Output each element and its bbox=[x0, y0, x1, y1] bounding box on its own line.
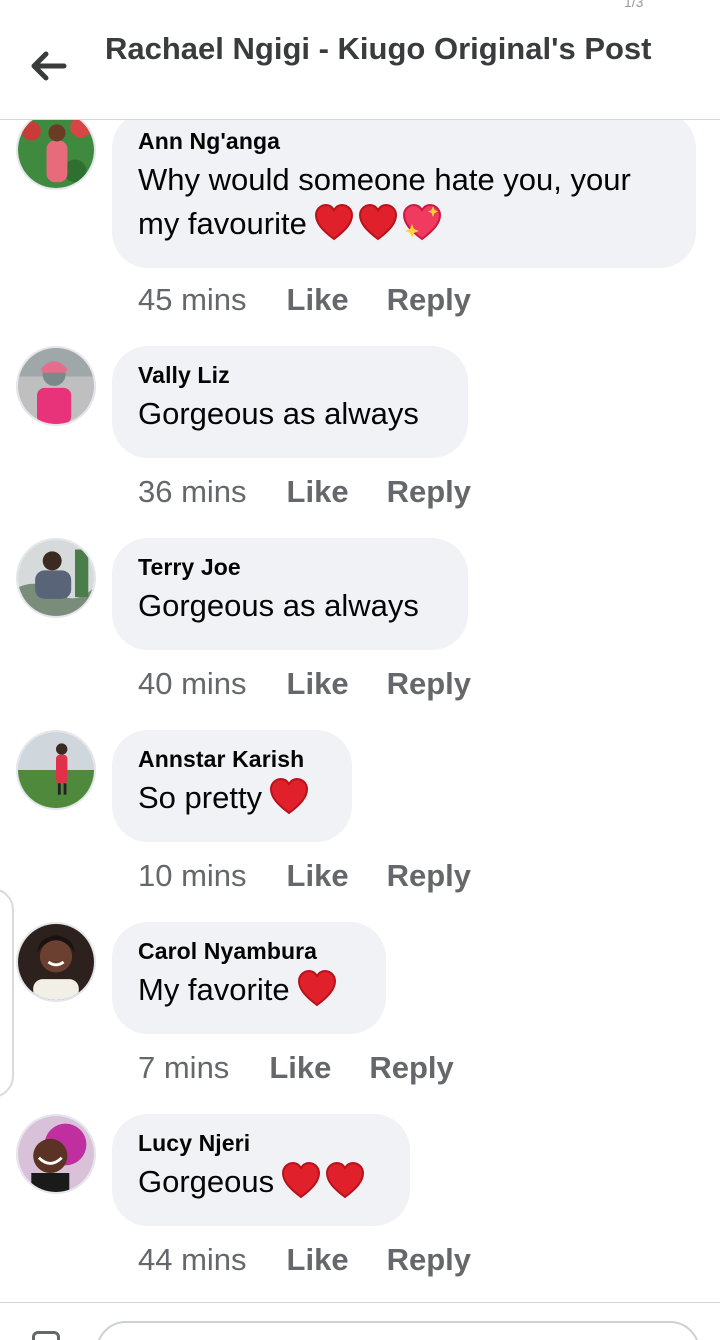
comment-bubble[interactable]: Ann Ng'anga Why would someone hate you, … bbox=[112, 120, 696, 268]
avatar[interactable] bbox=[16, 730, 96, 810]
reply-button[interactable]: Reply bbox=[387, 858, 471, 894]
comment-author[interactable]: Annstar Karish bbox=[138, 742, 324, 776]
comment-text: Why would someone hate you, your my favo… bbox=[138, 158, 668, 246]
comment-time: 36 mins bbox=[138, 474, 247, 509]
comment-time: 10 mins bbox=[138, 858, 247, 893]
comment-time: 7 mins bbox=[138, 1050, 230, 1085]
comment-actions: 36 mins Like Reply bbox=[138, 472, 471, 512]
like-button[interactable]: Like bbox=[287, 666, 349, 702]
avatar[interactable] bbox=[16, 1114, 96, 1194]
avatar[interactable] bbox=[16, 922, 96, 1002]
comment-bubble[interactable]: Carol Nyambura My favorite bbox=[112, 922, 386, 1034]
emoji-row bbox=[280, 1160, 366, 1200]
side-panel-edge[interactable] bbox=[0, 888, 14, 1098]
back-button[interactable] bbox=[26, 44, 70, 88]
comment-text: Gorgeous bbox=[138, 1160, 382, 1204]
back-arrow-icon bbox=[31, 51, 67, 81]
avatar[interactable] bbox=[16, 346, 96, 426]
comment-author[interactable]: Terry Joe bbox=[138, 550, 440, 584]
comment-text: So pretty bbox=[138, 776, 324, 820]
emoji-row bbox=[268, 776, 310, 816]
comment-list[interactable]: Ann Ng'anga Why would someone hate you, … bbox=[0, 120, 720, 1302]
comment-bubble[interactable]: Vally Liz Gorgeous as always bbox=[112, 346, 468, 458]
emoji-row bbox=[296, 968, 338, 1008]
red-heart-icon bbox=[314, 203, 353, 241]
reply-button[interactable]: Reply bbox=[387, 1242, 471, 1278]
comment-composer-bar bbox=[0, 1302, 720, 1340]
comment-actions: 44 mins Like Reply bbox=[138, 1240, 471, 1280]
header-bar: 1/3 Rachael Ngigi - Kiugo Original's Pos… bbox=[0, 0, 720, 120]
comment-text: My favorite bbox=[138, 968, 358, 1012]
comment-time: 44 mins bbox=[138, 1242, 247, 1277]
comment-author[interactable]: Carol Nyambura bbox=[138, 934, 358, 968]
comment-actions: 45 mins Like Reply bbox=[138, 280, 471, 320]
comment-author[interactable]: Vally Liz bbox=[138, 358, 440, 392]
comment-text: Gorgeous as always bbox=[138, 588, 419, 623]
comment-actions: 40 mins Like Reply bbox=[138, 664, 471, 704]
comment-author[interactable]: Ann Ng'anga bbox=[138, 124, 668, 158]
page-title: Rachael Ngigi - Kiugo Original's Post bbox=[105, 31, 652, 66]
avatar[interactable] bbox=[16, 538, 96, 618]
reply-button[interactable]: Reply bbox=[387, 282, 471, 318]
avatar[interactable] bbox=[16, 120, 96, 190]
comment-text-content: So pretty bbox=[138, 780, 263, 815]
comment-time: 40 mins bbox=[138, 666, 247, 701]
emoji-row bbox=[313, 202, 443, 242]
camera-icon[interactable] bbox=[32, 1331, 60, 1340]
comment-bubble[interactable]: Annstar Karish So pretty bbox=[112, 730, 352, 842]
red-heart-icon bbox=[282, 1161, 321, 1199]
reply-button[interactable]: Reply bbox=[369, 1050, 453, 1086]
red-heart-icon bbox=[297, 969, 336, 1007]
comment-bubble[interactable]: Lucy Njeri Gorgeous bbox=[112, 1114, 410, 1226]
comment-bubble[interactable]: Terry Joe Gorgeous as always bbox=[112, 538, 468, 650]
comment-author[interactable]: Lucy Njeri bbox=[138, 1126, 382, 1160]
like-button[interactable]: Like bbox=[287, 474, 349, 510]
comment-time: 45 mins bbox=[138, 282, 247, 317]
comment-actions: 10 mins Like Reply bbox=[138, 856, 471, 896]
like-button[interactable]: Like bbox=[287, 858, 349, 894]
reply-button[interactable]: Reply bbox=[387, 474, 471, 510]
reply-button[interactable]: Reply bbox=[387, 666, 471, 702]
like-button[interactable]: Like bbox=[287, 282, 349, 318]
like-button[interactable]: Like bbox=[287, 1242, 349, 1278]
comment-text-content: Gorgeous bbox=[138, 1164, 275, 1199]
comment-input[interactable] bbox=[96, 1321, 700, 1340]
red-heart-icon bbox=[270, 777, 309, 815]
sparkling-heart-icon bbox=[402, 203, 441, 241]
post-comments-screen: 1/3 Rachael Ngigi - Kiugo Original's Pos… bbox=[0, 0, 720, 1340]
red-heart-icon bbox=[326, 1161, 365, 1199]
status-indicator: 1/3 bbox=[624, 0, 644, 10]
comment-actions: 7 mins Like Reply bbox=[138, 1048, 454, 1088]
comment-text-content: My favorite bbox=[138, 972, 290, 1007]
like-button[interactable]: Like bbox=[269, 1050, 331, 1086]
comment-text: Gorgeous as always bbox=[138, 396, 419, 431]
red-heart-icon bbox=[358, 203, 397, 241]
